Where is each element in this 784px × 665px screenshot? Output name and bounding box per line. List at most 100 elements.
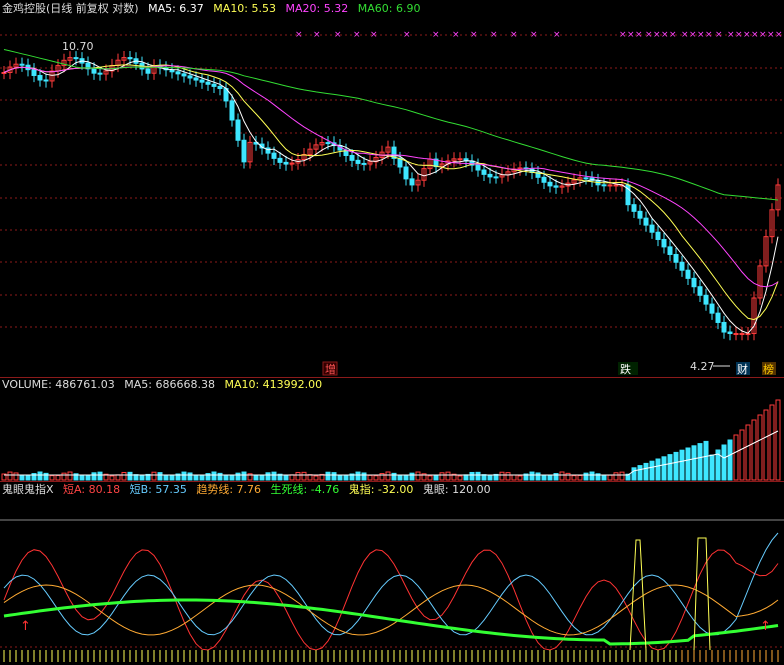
candle-body-100 [601,184,607,187]
x-marker-30: × [767,30,775,40]
volume-bar-106 [637,465,643,481]
volume-bar-3 [19,474,25,481]
x-marker-23: × [705,30,713,40]
volume-bar-66 [397,475,403,481]
candle-body-114 [685,269,691,279]
volume-bar-94 [565,472,571,481]
volume-bar-72 [433,474,439,481]
volume-bar-96 [577,475,583,481]
volume-bar-89 [535,472,541,481]
x-marker-29: × [759,30,767,40]
volume-bar-61 [367,474,373,481]
candle-body-31 [187,75,193,79]
candle-body-123 [739,333,745,336]
x-marker-25: × [727,30,735,40]
candle-body-82 [493,176,499,179]
candle-body-92 [553,185,559,188]
x-marker-9: × [490,30,498,40]
candle-body-117 [703,294,709,305]
volume-bar-79 [475,471,481,481]
volume-bar-1 [7,471,13,481]
tag-zeng: 增 [325,362,336,376]
volume-bar-30 [181,471,187,481]
volume-bar-93 [559,471,565,481]
volume-bar-55 [331,472,337,481]
x-marker-28: × [751,30,759,40]
volume-bar-122 [733,434,739,481]
x-marker-27: × [743,30,751,40]
volume-bar-69 [415,471,421,481]
candle-body-116 [697,286,703,296]
candle-body-107 [643,217,649,226]
candle-body-3 [19,63,25,66]
volume-bar-78 [469,471,475,481]
x-marker-20: × [681,30,689,40]
candle-body-80 [481,169,487,175]
volume-bar-100 [601,475,607,481]
volume-bar-54 [325,471,331,481]
x-marker-31: × [775,30,783,40]
candle-body-110 [661,238,667,248]
candle-body-5 [31,69,37,76]
volume-bar-73 [439,472,445,481]
volume-bar-97 [583,472,589,481]
candle-body-12 [73,57,79,60]
volume-bar-115 [691,445,697,481]
volume-bar-60 [361,472,367,481]
high-price-label: 10.70 [62,40,94,53]
volume-bar-4 [25,475,31,481]
candle-body-106 [637,210,643,219]
volume-bar-74 [445,471,451,481]
volume-bar-31 [187,472,193,481]
low-price-label: 4.27 [690,360,715,373]
volume-bar-76 [457,475,463,481]
candle-body-32 [193,77,199,81]
volume-bar-129 [775,399,781,481]
volume-bar-14 [85,474,91,481]
trend-line [3,584,779,636]
volume-bar-112 [673,451,679,481]
x-marker-18: × [661,30,669,40]
candle-body-0 [1,71,7,74]
volume-bar-105 [631,467,637,481]
candle-body-24 [145,68,151,74]
volume-bar-81 [487,475,493,481]
x-marker-26: × [735,30,743,40]
candle-body-60 [361,162,367,165]
volume-bar-7 [43,472,49,481]
candle-body-58 [349,154,355,161]
volume-bar-114 [685,447,691,481]
volume-bar-18 [109,475,115,481]
volume-bar-102 [613,472,619,481]
candle-body-21 [127,57,133,60]
candle-body-45 [271,152,277,159]
x-marker-22: × [697,30,705,40]
candle-body-91 [547,181,553,187]
x-marker-5: × [403,30,411,40]
volume-bar-71 [427,475,433,481]
volume-bar-108 [649,460,655,481]
candle-body-113 [679,261,685,271]
volume-bar-40 [241,471,247,481]
volume-bar-15 [91,472,97,481]
candle-body-79 [475,164,481,171]
volume-bar-19 [115,474,121,481]
candle-body-118 [709,303,715,314]
volume-bar-8 [49,475,55,481]
x-marker-0: × [295,30,303,40]
volume-bar-16 [97,471,103,481]
volume-bar-2 [13,472,19,481]
ma10-line [3,64,779,321]
x-marker-1: × [313,30,321,40]
buy-arrow-left: ↑ [20,619,31,634]
candle-body-81 [487,173,493,178]
volume-bar-26 [157,472,163,481]
candle-body-67 [403,166,409,180]
volume-bar-68 [409,472,415,481]
candle-body-105 [631,204,637,212]
volume-bar-20 [121,471,127,481]
volume-bar-45 [271,471,277,481]
candle-body-101 [607,184,613,187]
candle-body-30 [181,73,187,77]
volume-bar-50 [301,471,307,481]
